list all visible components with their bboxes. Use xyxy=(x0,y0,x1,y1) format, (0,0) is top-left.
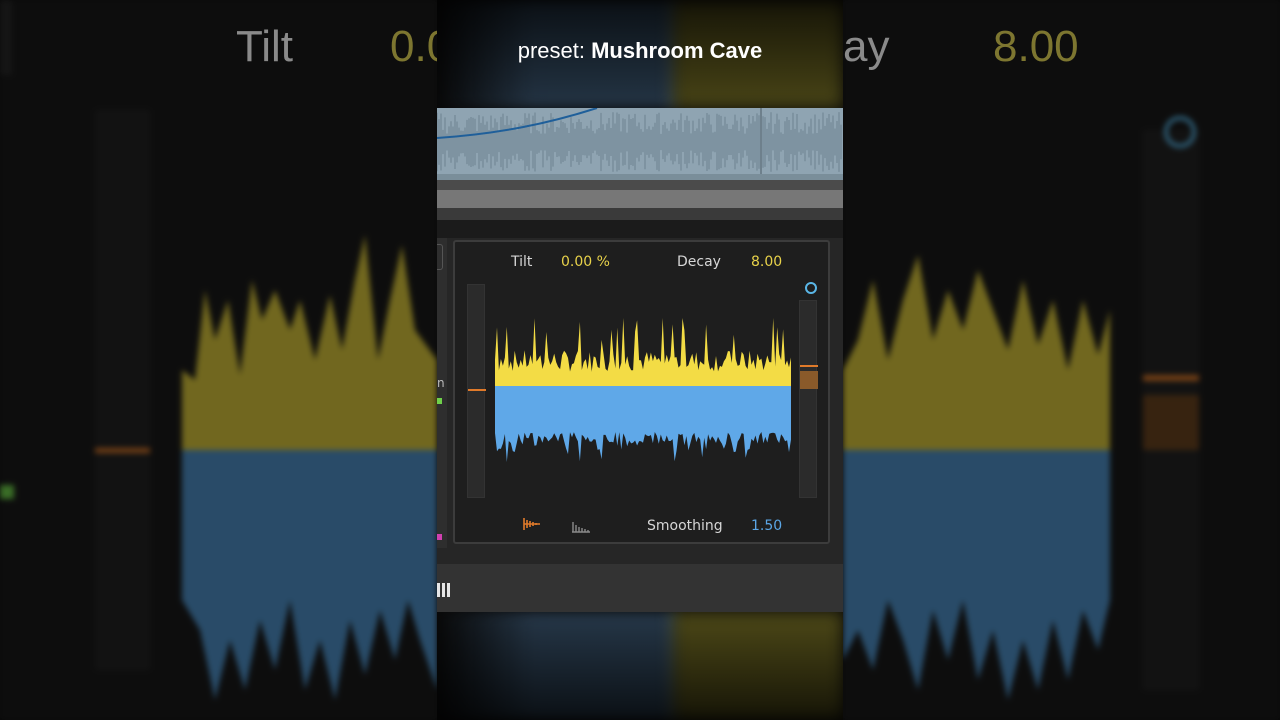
video-frame: preset: Mushroom Cave n Tilt 0.00 % Deca… xyxy=(437,0,843,720)
background-right-dim xyxy=(843,0,1280,720)
previous-device-button[interactable] xyxy=(437,244,443,270)
track-separator xyxy=(437,208,843,220)
previous-device-label-fragment: n xyxy=(437,376,445,390)
bottom-glow xyxy=(437,612,843,720)
tilt-value[interactable]: 0.00 % xyxy=(561,254,610,270)
background-decay-fragment: ay xyxy=(843,22,890,71)
background-right: ay 8.00 xyxy=(843,0,1280,720)
background-left: Tilt 0.0 xyxy=(0,0,437,720)
decay-label: Decay xyxy=(677,254,721,270)
spectral-device: Tilt 0.00 % Decay 8.00 Smoothing 1.50 xyxy=(453,240,830,544)
preset-prefix: preset: xyxy=(517,38,592,63)
preset-name: Mushroom Cave xyxy=(591,38,763,63)
decay-value[interactable]: 8.00 xyxy=(751,254,782,270)
device-chain: n Tilt 0.00 % Decay 8.00 Smoothing 1.50 xyxy=(437,238,843,564)
previous-device-edge: n xyxy=(437,238,447,548)
input-gain-marker[interactable] xyxy=(468,389,486,391)
background-left-dim xyxy=(0,0,437,720)
output-gain-level xyxy=(800,371,818,389)
spectral-waveform-display[interactable] xyxy=(495,318,791,466)
preset-caption: preset: Mushroom Cave xyxy=(437,38,843,64)
clip-divider xyxy=(437,180,843,190)
audio-clip[interactable] xyxy=(437,108,843,180)
impulse-decay-icon[interactable] xyxy=(523,516,541,535)
audio-clip-waveform xyxy=(437,108,843,180)
background-decay-value: 8.00 xyxy=(993,22,1079,71)
track-scroll-bar[interactable] xyxy=(437,190,843,208)
background-tilt-label: Tilt xyxy=(236,22,294,71)
panel-gap xyxy=(437,220,843,238)
output-gain-meter[interactable] xyxy=(799,300,818,498)
background-tilt-value: 0.0 xyxy=(390,22,437,71)
smoothing-value[interactable]: 1.50 xyxy=(751,518,782,534)
tilt-label: Tilt xyxy=(511,254,533,270)
previous-device-pink-indicator xyxy=(437,534,442,540)
output-gain-marker[interactable] xyxy=(800,365,818,367)
bottom-toolbar xyxy=(437,564,843,612)
bottom-glow-fade xyxy=(437,612,843,720)
output-knob-indicator[interactable] xyxy=(805,282,817,294)
spectrum-bars-icon[interactable] xyxy=(571,518,591,537)
input-gain-meter[interactable] xyxy=(467,284,486,498)
drag-grip-icon[interactable] xyxy=(437,583,453,597)
previous-device-green-indicator xyxy=(437,398,442,404)
smoothing-label: Smoothing xyxy=(647,518,723,534)
